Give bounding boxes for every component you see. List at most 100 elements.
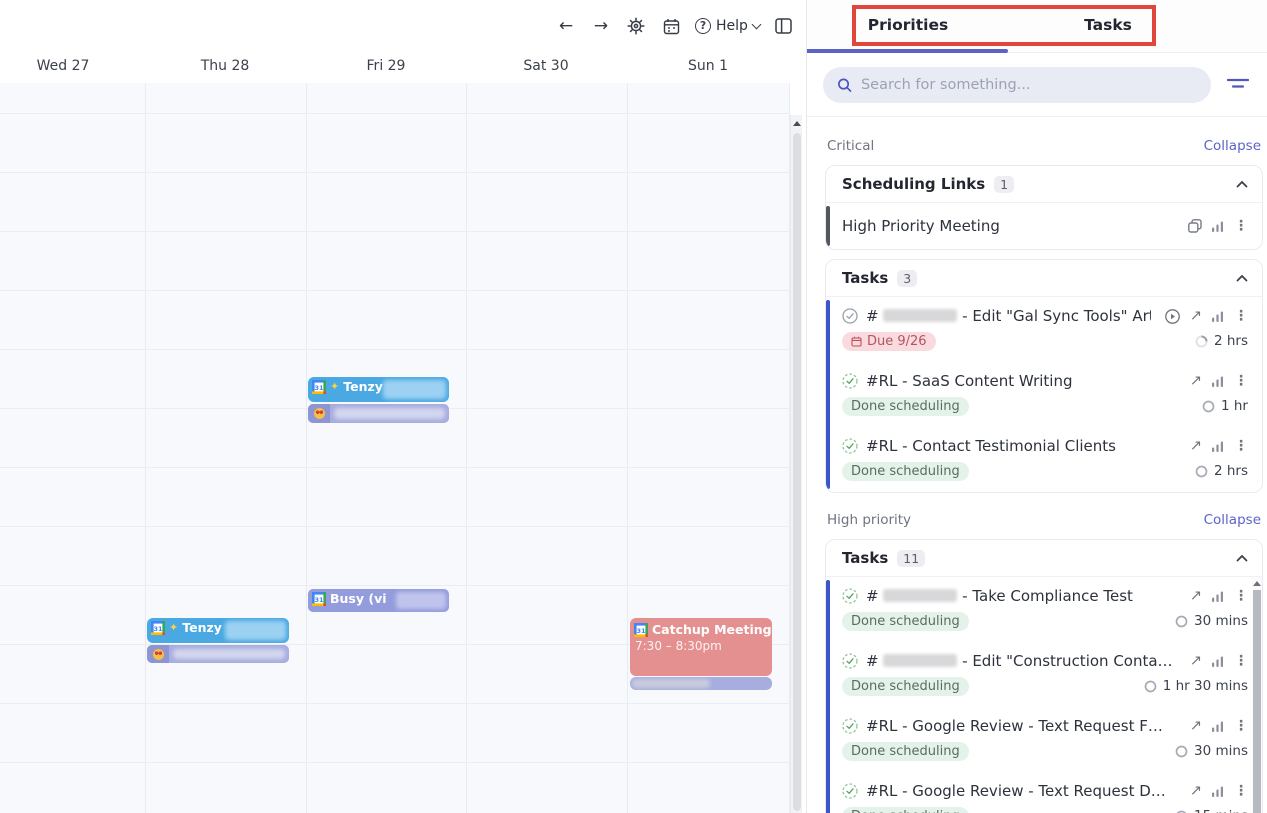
collapse-link[interactable]: Collapse bbox=[1204, 512, 1261, 528]
help-menu[interactable]: ? Help bbox=[695, 18, 760, 34]
check-circle-icon[interactable] bbox=[842, 308, 858, 324]
back-arrow-button[interactable]: ← bbox=[555, 15, 577, 37]
heart-eyes-emoji bbox=[153, 649, 164, 660]
scrollbar-thumb[interactable] bbox=[1253, 590, 1261, 813]
bar-chart-icon[interactable] bbox=[1212, 721, 1224, 732]
scrollbar-thumb[interactable] bbox=[793, 133, 801, 811]
bar-chart-icon[interactable] bbox=[1212, 311, 1224, 322]
calendar-scrollbar[interactable] bbox=[790, 115, 802, 813]
kebab-menu-icon[interactable]: ⋮ bbox=[1234, 219, 1248, 233]
task-duration: 2 hrs bbox=[1195, 333, 1248, 349]
critical-tasks-header[interactable]: Tasks 3 bbox=[826, 260, 1262, 297]
redacted-region bbox=[334, 408, 445, 419]
event-title: Busy (vi bbox=[330, 591, 387, 606]
open-arrow-icon[interactable]: ↗ bbox=[1190, 439, 1202, 454]
circle-icon bbox=[1175, 745, 1188, 758]
event-tenzy-friday[interactable]: 31 ✦ Tenzy bbox=[308, 377, 449, 402]
scroll-up-arrow-icon[interactable] bbox=[1253, 581, 1261, 586]
redacted-region bbox=[383, 380, 446, 399]
event-catchup-meeting[interactable]: 31 Catchup Meeting 7:30 – 8:30pm bbox=[630, 618, 772, 676]
count-badge: 3 bbox=[897, 270, 917, 287]
done-scheduling-badge: Done scheduling bbox=[842, 612, 969, 631]
check-circle-done-icon[interactable] bbox=[842, 588, 858, 604]
collapse-link[interactable]: Collapse bbox=[1204, 138, 1261, 154]
bar-chart-icon[interactable] bbox=[1212, 221, 1224, 232]
circle-icon bbox=[1175, 810, 1188, 813]
task-duration: 30 mins bbox=[1175, 613, 1248, 629]
help-question-icon: ? bbox=[695, 18, 711, 34]
redacted-region bbox=[632, 679, 710, 688]
search-input[interactable] bbox=[861, 77, 1197, 93]
kebab-menu-icon[interactable]: ⋮ bbox=[1234, 439, 1248, 453]
calendar-grid[interactable] bbox=[0, 83, 789, 813]
kebab-menu-icon[interactable]: ⋮ bbox=[1234, 309, 1248, 323]
split-panel-icon[interactable] bbox=[773, 15, 795, 37]
task-row[interactable]: # - Edit "Gal Sync Tools" Arti… ↗ ⋮ bbox=[826, 297, 1262, 362]
event-tenzy-thursday[interactable]: 31 ✦ Tenzy bbox=[147, 618, 289, 643]
bar-chart-icon[interactable] bbox=[1212, 591, 1224, 602]
check-circle-done-icon[interactable] bbox=[842, 653, 858, 669]
bar-chart-icon[interactable] bbox=[1212, 656, 1224, 667]
circle-icon bbox=[1175, 615, 1188, 628]
tasks-list-scrollbar[interactable] bbox=[1252, 577, 1262, 813]
open-arrow-icon[interactable]: ↗ bbox=[1190, 784, 1202, 799]
help-label: Help bbox=[716, 18, 748, 34]
scheduling-links-header[interactable]: Scheduling Links 1 bbox=[826, 166, 1262, 203]
open-arrow-icon[interactable]: ↗ bbox=[1190, 589, 1202, 604]
calendar-week-view: ← → bbox=[0, 0, 806, 813]
svg-text:31: 31 bbox=[636, 626, 646, 634]
calendar-toolbar: ← → bbox=[555, 12, 795, 40]
scroll-up-arrow-icon[interactable] bbox=[793, 121, 801, 126]
filter-icon[interactable] bbox=[1223, 71, 1253, 98]
check-circle-done-icon[interactable] bbox=[842, 718, 858, 734]
open-arrow-icon[interactable]: ↗ bbox=[1190, 309, 1202, 324]
high-priority-tasks-header[interactable]: Tasks 11 bbox=[826, 540, 1262, 577]
count-badge: 1 bbox=[994, 176, 1014, 193]
open-arrow-icon[interactable]: ↗ bbox=[1190, 374, 1202, 389]
task-duration: 2 hrs bbox=[1195, 463, 1248, 479]
task-row[interactable]: # - Edit "Construction Conta… ↗ ⋮ Done s… bbox=[826, 642, 1262, 707]
task-row[interactable]: #RL - Google Review - Text Request D… ↗ … bbox=[826, 772, 1262, 813]
emoji-strip bbox=[147, 645, 169, 663]
event-personal-friday[interactable] bbox=[308, 404, 449, 423]
search-box[interactable] bbox=[823, 67, 1211, 103]
kebab-menu-icon[interactable]: ⋮ bbox=[1234, 374, 1248, 388]
kebab-menu-icon[interactable]: ⋮ bbox=[1234, 719, 1248, 733]
day-header-thu: Thu 28 bbox=[201, 58, 250, 74]
chevron-up-icon[interactable] bbox=[1236, 274, 1248, 282]
check-circle-done-icon[interactable] bbox=[842, 438, 858, 454]
panel-tab-bar: Priorities Tasks bbox=[807, 0, 1267, 53]
play-circle-icon[interactable] bbox=[1165, 309, 1180, 324]
bar-chart-icon[interactable] bbox=[1212, 786, 1224, 797]
task-row[interactable]: #RL - SaaS Content Writing ↗ ⋮ Done sche… bbox=[826, 362, 1262, 427]
tab-priorities[interactable]: Priorities bbox=[868, 16, 948, 34]
kebab-menu-icon[interactable]: ⋮ bbox=[1234, 784, 1248, 798]
high-priority-tasks-card: Tasks 11 # - Take Compliance Test bbox=[825, 539, 1263, 813]
task-row[interactable]: #RL - Contact Testimonial Clients ↗ ⋮ Do… bbox=[826, 427, 1262, 492]
bar-chart-icon[interactable] bbox=[1212, 441, 1224, 452]
settings-gear-icon[interactable] bbox=[625, 15, 647, 37]
event-busy-friday[interactable]: 31 Busy (vi bbox=[308, 589, 449, 612]
task-row[interactable]: #RL - Google Review - Text Request F… ↗ … bbox=[826, 707, 1262, 772]
tab-tasks[interactable]: Tasks bbox=[1084, 16, 1132, 34]
copy-icon[interactable] bbox=[1188, 219, 1202, 233]
calendar-icon[interactable] bbox=[660, 15, 682, 37]
scheduling-link-row[interactable]: High Priority Meeting ⋮ bbox=[826, 203, 1262, 249]
chevron-up-icon[interactable] bbox=[1236, 554, 1248, 562]
forward-arrow-button[interactable]: → bbox=[590, 15, 612, 37]
task-row[interactable]: # - Take Compliance Test ↗ ⋮ Done schedu… bbox=[826, 577, 1262, 642]
circle-icon bbox=[1202, 400, 1215, 413]
redacted-text bbox=[883, 589, 957, 602]
event-strip-sunday[interactable] bbox=[630, 677, 772, 690]
open-arrow-icon[interactable]: ↗ bbox=[1190, 719, 1202, 734]
open-arrow-icon[interactable]: ↗ bbox=[1190, 654, 1202, 669]
chevron-up-icon[interactable] bbox=[1236, 180, 1248, 188]
check-circle-done-icon[interactable] bbox=[842, 783, 858, 799]
kebab-menu-icon[interactable]: ⋮ bbox=[1234, 589, 1248, 603]
section-label: High priority bbox=[827, 512, 911, 528]
event-personal-thursday[interactable] bbox=[147, 645, 289, 663]
check-circle-done-icon[interactable] bbox=[842, 373, 858, 389]
google-calendar-icon: 31 bbox=[634, 623, 648, 637]
kebab-menu-icon[interactable]: ⋮ bbox=[1234, 654, 1248, 668]
bar-chart-icon[interactable] bbox=[1212, 376, 1224, 387]
